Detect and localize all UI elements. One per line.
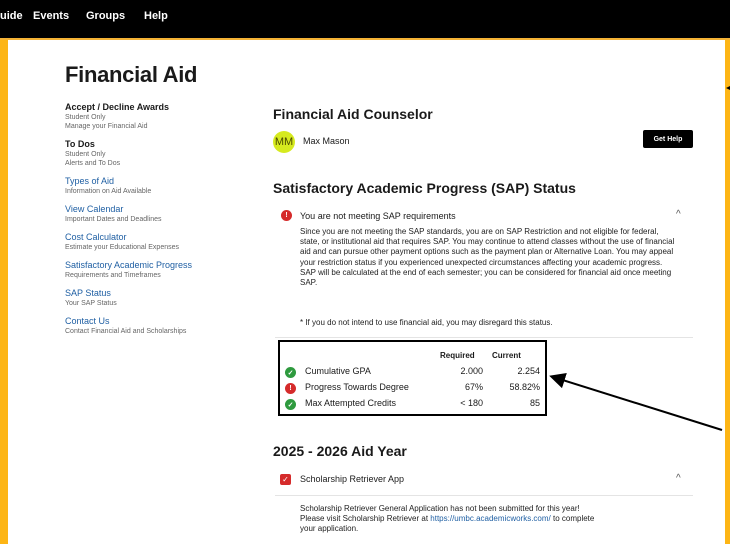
row-required: 2.000 xyxy=(460,366,483,376)
sidebar-item-sub: Information on Aid Available xyxy=(65,188,152,195)
get-help-button[interactable]: Get Help xyxy=(643,130,693,148)
column-header-current: Current xyxy=(492,351,521,360)
table-row: ✓ Max Attempted Credits < 180 85 xyxy=(280,397,545,412)
sidebar-item-title: To Dos xyxy=(65,139,95,149)
sidebar-item-sub: Your SAP Status xyxy=(65,300,117,307)
page-title: Financial Aid xyxy=(65,62,198,87)
row-label: Progress Towards Degree xyxy=(305,382,409,392)
sidebar-item-accept-decline-awards[interactable]: Accept / Decline Awards Student Only Man… xyxy=(65,102,245,131)
sidebar-item-sap-status[interactable]: SAP Status Your SAP Status xyxy=(65,288,245,308)
sidebar-item-title: View Calendar xyxy=(65,204,124,214)
error-icon: ! xyxy=(281,210,292,221)
nav-events[interactable]: Events xyxy=(33,10,69,22)
app-body-text: to complete xyxy=(550,514,595,524)
sap-requirements-table: Required Current ✓ Cumulative GPA 2.000 … xyxy=(278,340,547,416)
divider xyxy=(275,495,693,496)
sap-alert-note: * If you do not intend to use financial … xyxy=(300,318,553,327)
chevron-up-icon[interactable]: ^ xyxy=(676,209,681,220)
sidebar-item-satisfactory-academic-progress[interactable]: Satisfactory Academic Progress Requireme… xyxy=(65,260,245,280)
sidebar-item-title: Accept / Decline Awards xyxy=(65,102,170,112)
row-current: 85 xyxy=(529,398,540,408)
sidebar-item-sub: Requirements and Timeframes xyxy=(65,272,161,279)
row-current: 2.254 xyxy=(517,366,540,376)
sidebar-item-sub: Alerts and To Dos xyxy=(65,160,121,167)
left-accent-border xyxy=(0,40,8,544)
row-required: 67% xyxy=(464,382,483,392)
scholarship-app-body: Scholarship Retriever General Applicatio… xyxy=(300,504,690,535)
sidebar-item-title: Contact Us xyxy=(65,316,110,326)
sidebar-nav: Accept / Decline Awards Student Only Man… xyxy=(65,102,245,344)
sidebar-item-sub: Contact Financial Aid and Scholarships xyxy=(65,328,187,335)
check-circle-icon: ✓ xyxy=(285,399,296,410)
check-circle-icon: ✓ xyxy=(285,367,296,378)
app-body-text: Please visit Scholarship Retriever at xyxy=(300,514,431,524)
app-body-line: Scholarship Retriever General Applicatio… xyxy=(300,504,580,513)
chevron-up-icon[interactable]: ^ xyxy=(676,473,681,484)
sidebar-item-view-calendar[interactable]: View Calendar Important Dates and Deadli… xyxy=(65,204,245,224)
sidebar-item-contact-us[interactable]: Contact Us Contact Financial Aid and Sch… xyxy=(65,316,245,336)
sidebar-item-types-of-aid[interactable]: Types of Aid Information on Aid Availabl… xyxy=(65,176,245,196)
aid-year-heading: 2025 - 2026 Aid Year xyxy=(273,443,407,459)
sidebar-item-title: Satisfactory Academic Progress xyxy=(65,260,193,270)
scholarship-app-title: Scholarship Retriever App xyxy=(300,474,405,484)
row-label: Max Attempted Credits xyxy=(305,398,397,408)
nav-groups[interactable]: Groups xyxy=(86,10,125,22)
scholarship-retriever-link[interactable]: https://umbc.academicworks.com/ xyxy=(430,514,550,523)
sidebar-item-sub: Student Only xyxy=(65,114,106,121)
sap-heading: Satisfactory Academic Progress (SAP) Sta… xyxy=(273,180,576,196)
divider xyxy=(275,337,693,338)
sidebar-item-sub: Estimate your Educational Expenses xyxy=(65,244,180,251)
calendar-check-icon: ✓ xyxy=(280,474,291,485)
right-accent-border xyxy=(725,40,730,544)
column-header-required: Required xyxy=(440,351,475,360)
sidebar-item-sub: Important Dates and Deadlines xyxy=(65,216,162,223)
counselor-name: Max Mason xyxy=(303,136,350,146)
app-body-line: Please visit Scholarship Retriever at ht… xyxy=(300,514,690,524)
app-body-line: your application. xyxy=(300,524,359,534)
table-row: ✓ Cumulative GPA 2.000 2.254 xyxy=(280,365,545,380)
row-current: 58.82% xyxy=(509,382,540,392)
sidebar-item-title: SAP Status xyxy=(65,288,111,298)
counselor-heading: Financial Aid Counselor xyxy=(273,106,433,122)
row-label: Cumulative GPA xyxy=(305,366,371,376)
row-required: < 180 xyxy=(460,398,483,408)
top-nav-bar: uide Events Groups Help xyxy=(0,0,730,40)
avatar: MM xyxy=(273,131,295,153)
annotation-arrow-table xyxy=(549,372,723,431)
sidebar-item-title: Cost Calculator xyxy=(65,232,127,242)
table-row: ! Progress Towards Degree 67% 58.82% xyxy=(280,381,545,396)
sap-alert-title: You are not meeting SAP requirements xyxy=(300,211,456,221)
sidebar-item-sub: Manage your Financial Aid xyxy=(65,123,148,130)
nav-guide[interactable]: uide xyxy=(0,10,23,22)
sidebar-item-sub: Student Only xyxy=(65,151,106,158)
nav-help[interactable]: Help xyxy=(144,10,168,22)
sidebar-item-to-dos[interactable]: To Dos Student Only Alerts and To Dos xyxy=(65,139,245,168)
sidebar-item-cost-calculator[interactable]: Cost Calculator Estimate your Educationa… xyxy=(65,232,245,252)
error-icon: ! xyxy=(285,383,296,394)
sap-alert-body: Since you are not meeting the SAP standa… xyxy=(300,227,675,288)
sidebar-item-title: Types of Aid xyxy=(65,176,115,186)
